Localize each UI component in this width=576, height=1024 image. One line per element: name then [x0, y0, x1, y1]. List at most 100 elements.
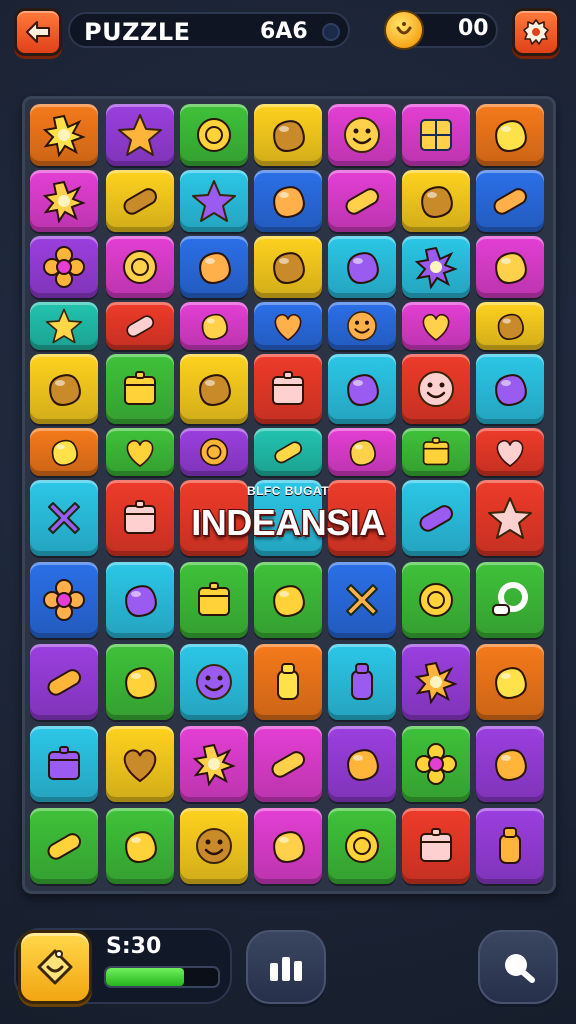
- tile-r9-c7[interactable]: [476, 644, 544, 720]
- settings-button[interactable]: [512, 8, 560, 56]
- tile-r3-c2[interactable]: [106, 236, 174, 298]
- flower-icon: [43, 579, 85, 621]
- tile-r9-c5[interactable]: [328, 644, 396, 720]
- tile-r9-c6[interactable]: [402, 644, 470, 720]
- tile-r9-c3[interactable]: [180, 644, 248, 720]
- tile-r8-c7[interactable]: [476, 562, 544, 638]
- tile-r8-c1[interactable]: [30, 562, 98, 638]
- tile-r2-c4[interactable]: [254, 170, 322, 232]
- tile-r3-c4[interactable]: [254, 236, 322, 298]
- tile-r8-c5[interactable]: [328, 562, 396, 638]
- tile-r8-c2[interactable]: [106, 562, 174, 638]
- tile-r5-c3[interactable]: [180, 354, 248, 424]
- tile-r6-c7[interactable]: [476, 428, 544, 476]
- tile-r6-c1[interactable]: [30, 428, 98, 476]
- tile-r10-c4[interactable]: [254, 726, 322, 802]
- tile-r4-c5[interactable]: [328, 302, 396, 350]
- tile-r1-c7[interactable]: [476, 104, 544, 166]
- tile-r4-c3[interactable]: [180, 302, 248, 350]
- tile-r4-c7[interactable]: [476, 302, 544, 350]
- tile-r11-c1[interactable]: [30, 808, 98, 884]
- tile-r11-c2[interactable]: [106, 808, 174, 884]
- blob-icon: [201, 313, 228, 341]
- tile-r5-c2[interactable]: [106, 354, 174, 424]
- tile-r1-c3[interactable]: [180, 104, 248, 166]
- tile-r1-c6[interactable]: [402, 104, 470, 166]
- cookie-icon: [51, 439, 78, 467]
- star-icon: [192, 180, 236, 222]
- tile-r1-c4[interactable]: [254, 104, 322, 166]
- tile-r6-c3[interactable]: [180, 428, 248, 476]
- tile-r6-c4[interactable]: [254, 428, 322, 476]
- tile-r3-c1[interactable]: [30, 236, 98, 298]
- hint-button[interactable]: [18, 930, 92, 1004]
- tile-r5-c5[interactable]: [328, 354, 396, 424]
- tile-r3-c7[interactable]: [476, 236, 544, 298]
- tile-r6-c6[interactable]: [402, 428, 470, 476]
- tile-r4-c6[interactable]: [402, 302, 470, 350]
- leaf-icon: [199, 252, 231, 284]
- tile-r5-c1[interactable]: [30, 354, 98, 424]
- tile-r3-c5[interactable]: [328, 236, 396, 298]
- tile-r9-c2[interactable]: [106, 644, 174, 720]
- search-icon: [505, 954, 535, 983]
- capsule-icon: [47, 833, 81, 860]
- back-arrow-icon: [26, 21, 50, 43]
- tile-r10-c6[interactable]: [402, 726, 470, 802]
- tile-r4-c1[interactable]: [30, 302, 98, 350]
- tile-r11-c6[interactable]: [402, 808, 470, 884]
- shield-icon: [347, 252, 379, 284]
- tile-r10-c5[interactable]: [328, 726, 396, 802]
- tile-r11-c5[interactable]: [328, 808, 396, 884]
- tile-r8-c3[interactable]: [180, 562, 248, 638]
- back-button[interactable]: [14, 8, 62, 56]
- tile-r9-c1[interactable]: [30, 644, 98, 720]
- stats-button[interactable]: [246, 930, 326, 1004]
- tile-r10-c7[interactable]: [476, 726, 544, 802]
- tile-r2-c7[interactable]: [476, 170, 544, 232]
- tile-r10-c1[interactable]: [30, 726, 98, 802]
- tile-r2-c1[interactable]: [30, 170, 98, 232]
- tile-r7-c2[interactable]: [106, 480, 174, 556]
- tile-r7-c5[interactable]: [328, 480, 396, 556]
- tile-r2-c2[interactable]: [106, 170, 174, 232]
- tile-r1-c1[interactable]: [30, 104, 98, 166]
- tile-r4-c4[interactable]: [254, 302, 322, 350]
- tile-r11-c7[interactable]: [476, 808, 544, 884]
- tile-r2-c6[interactable]: [402, 170, 470, 232]
- tile-r2-c3[interactable]: [180, 170, 248, 232]
- tile-r7-c7[interactable]: [476, 480, 544, 556]
- tile-r7-c1[interactable]: [30, 480, 98, 556]
- cat-face-icon: [196, 664, 232, 700]
- tile-r7-c4[interactable]: [254, 480, 322, 556]
- tile-r2-c5[interactable]: [328, 170, 396, 232]
- acorn-icon: [125, 667, 157, 699]
- face-oval-icon: [347, 311, 377, 341]
- tile-r9-c4[interactable]: [254, 644, 322, 720]
- tile-r11-c3[interactable]: [180, 808, 248, 884]
- globe-icon: [345, 829, 379, 863]
- tile-r3-c6[interactable]: [402, 236, 470, 298]
- tile-r7-c3[interactable]: [180, 480, 248, 556]
- tile-r5-c6[interactable]: [402, 354, 470, 424]
- tile-r1-c5[interactable]: [328, 104, 396, 166]
- tile-r3-c3[interactable]: [180, 236, 248, 298]
- tile-r5-c4[interactable]: [254, 354, 322, 424]
- tile-r5-c7[interactable]: [476, 354, 544, 424]
- tile-r8-c4[interactable]: [254, 562, 322, 638]
- tile-r11-c4[interactable]: [254, 808, 322, 884]
- tile-r1-c2[interactable]: [106, 104, 174, 166]
- candy-icon: [123, 188, 157, 215]
- tile-r4-c2[interactable]: [106, 302, 174, 350]
- tile-r8-c6[interactable]: [402, 562, 470, 638]
- tile-r10-c3[interactable]: [180, 726, 248, 802]
- tile-r7-c6[interactable]: [402, 480, 470, 556]
- smiley-icon: [196, 828, 232, 864]
- tile-r6-c5[interactable]: [328, 428, 396, 476]
- search-button[interactable]: [478, 930, 558, 1004]
- smiley-ball-icon: [344, 117, 380, 153]
- tile-r6-c2[interactable]: [106, 428, 174, 476]
- timer-value: S:30: [106, 934, 162, 959]
- tile-r10-c2[interactable]: [106, 726, 174, 802]
- cube-icon: [272, 371, 304, 405]
